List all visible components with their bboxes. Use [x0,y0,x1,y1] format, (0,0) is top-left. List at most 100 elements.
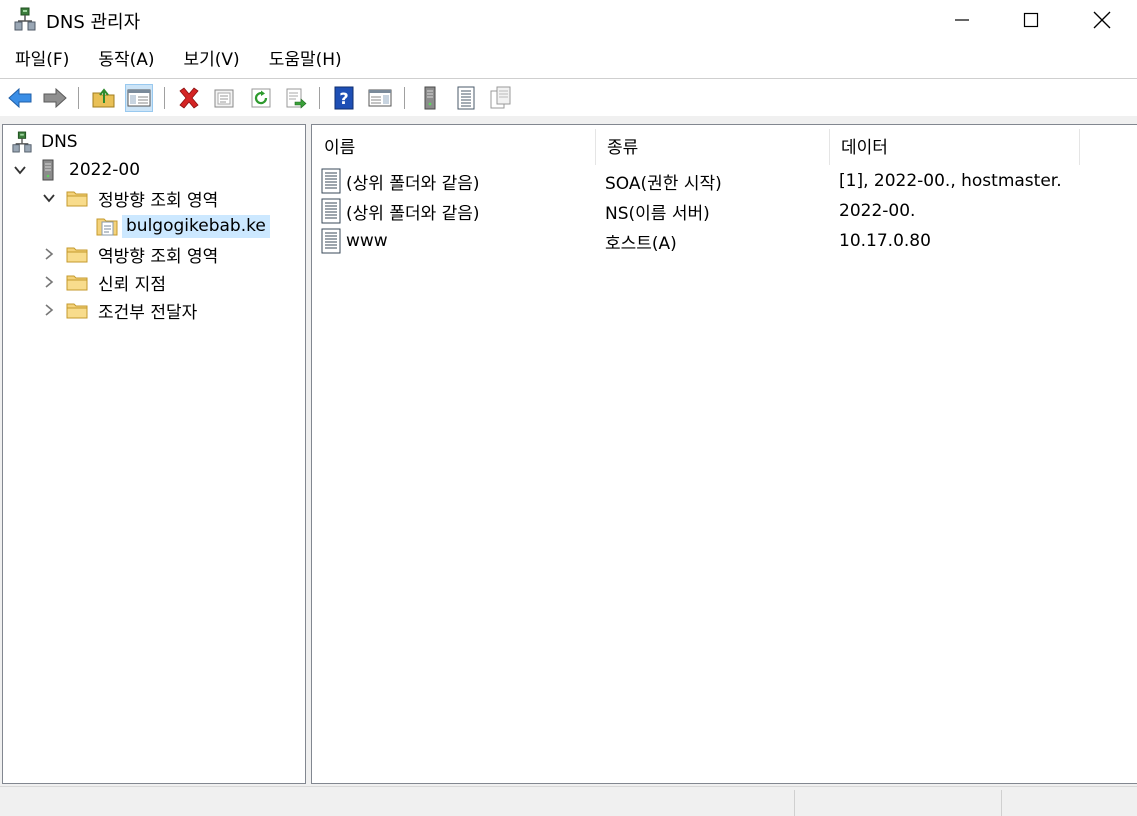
menu-file[interactable]: 파일(F) [2,45,82,75]
column-header-label: 이름 [324,137,356,158]
record-type: NS(이름 서버) [605,203,710,224]
chevron-right-icon[interactable] [40,245,58,263]
tree-item-server[interactable]: 2022-00 [11,156,140,184]
maximize-icon [1023,12,1039,28]
menu-action[interactable]: 동작(A) [85,45,167,75]
minimize-button[interactable] [927,0,997,40]
records-list-button[interactable] [452,84,480,112]
properties-icon [214,89,234,108]
dns-server-icon [11,131,33,153]
delete-icon [179,87,199,109]
forward-arrow-icon [43,87,67,109]
column-header-label: 종류 [607,137,639,158]
export-list-icon [286,88,307,109]
table-row[interactable]: (상위 폴더와 같음) NS(이름 서버) 2022-00. [312,196,1137,226]
window-title: DNS 관리자 [46,12,141,33]
column-header-name[interactable]: 이름 [312,125,595,165]
refresh-button[interactable] [247,84,275,112]
toolbar: ? [0,81,1137,115]
minimize-icon [955,19,969,21]
export-list-button[interactable] [282,84,310,112]
dns-record-icon [320,168,344,194]
help-button[interactable]: ? [330,84,358,112]
column-divider[interactable] [1079,129,1080,165]
folder-icon [66,271,88,293]
tree-item-conditional-forwarders[interactable]: 조건부 전달자 [40,296,197,324]
folder-icon [66,299,88,321]
tree-item-label: 조건부 전달자 [98,302,198,323]
close-button[interactable] [1067,0,1137,40]
back-arrow-icon [8,87,32,109]
records-list-icon [457,86,475,110]
server-icon [37,159,59,181]
folder-icon [66,187,88,209]
toolbar-separator [404,87,405,109]
tree-item-label: 신뢰 지점 [98,274,166,295]
server-icon [424,86,436,110]
refresh-icon [251,88,271,108]
status-bar-section [794,790,1001,816]
table-row[interactable]: (상위 폴더와 같음) SOA(권한 시작) [1], 2022-00., ho… [312,166,1137,196]
svg-text:?: ? [339,89,348,108]
record-type: SOA(권한 시작) [605,173,722,194]
menu-bar: 파일(F) 동작(A) 보기(V) 도움말(H) [0,44,355,76]
record-type: 호스트(A) [605,233,677,254]
help-icon: ? [334,86,354,110]
title-bar[interactable]: DNS 관리자 [0,0,1137,40]
status-bar-section [1001,790,1137,816]
copy-records-icon [490,86,511,109]
back-button[interactable] [6,84,34,112]
dns-record-icon [320,198,344,224]
tree-item-label: 2022-00 [69,160,141,180]
tree-item-label: 정방향 조회 영역 [98,190,219,211]
menu-help[interactable]: 도움말(H) [256,45,355,75]
toolbar-separator [78,87,79,109]
record-data: 10.17.0.80 [839,231,931,251]
column-header-type[interactable]: 종류 [595,125,829,165]
action-pane-icon [368,89,392,107]
properties-button[interactable] [210,84,238,112]
tree-item-zone-bulgogikebab[interactable]: bulgogikebab.ke [96,212,270,240]
folder-icon [66,243,88,265]
console-tree: DNS 2022-00 정방향 조회 영역 bulgogikebab.ke 역방… [2,124,306,784]
dns-record-icon [320,228,344,254]
zone-file-icon [96,215,118,237]
tree-item-label: 역방향 조회 영역 [98,246,219,267]
record-name: (상위 폴더와 같음) [346,203,480,224]
dns-server-icon [14,7,36,31]
column-header-label: 데이터 [841,137,888,158]
up-folder-button[interactable] [90,84,118,112]
column-header-data[interactable]: 데이터 [829,125,1079,165]
menu-separator [0,78,1137,79]
toolbar-separator [319,87,320,109]
record-name: www [346,231,388,251]
delete-button[interactable] [175,84,203,112]
forward-button[interactable] [41,84,69,112]
copy-records-button[interactable] [487,84,515,112]
tree-item-forward-zones[interactable]: 정방향 조회 영역 [40,184,218,212]
show-hide-console-tree-button[interactable] [125,84,153,112]
records-list-view: 이름 종류 데이터 (상위 폴더와 같음) SOA(권한 시작) [1], 20… [311,124,1137,784]
show-hide-console-tree-icon [127,89,151,107]
dns-manager-window: DNS 관리자 파일(F) 동작(A) 보기(V) 도움말(H) ? DNS 2… [0,0,1137,816]
chevron-right-icon[interactable] [40,273,58,291]
chevron-down-icon[interactable] [11,161,29,179]
status-bar [0,786,1137,816]
up-folder-icon [92,88,115,108]
record-data: 2022-00. [839,201,916,221]
chevron-right-icon[interactable] [40,301,58,319]
tree-item-label: DNS [41,132,78,152]
tree-item-trust-points[interactable]: 신뢰 지점 [40,268,166,296]
tree-item-reverse-zones[interactable]: 역방향 조회 영역 [40,240,218,268]
server-button[interactable] [416,84,444,112]
menu-view[interactable]: 보기(V) [171,45,253,75]
maximize-button[interactable] [996,0,1066,40]
chevron-down-icon[interactable] [40,189,58,207]
table-row[interactable]: www 호스트(A) 10.17.0.80 [312,226,1137,256]
close-icon [1093,11,1111,29]
record-data: [1], 2022-00., hostmaster. [839,171,1062,191]
action-pane-button[interactable] [366,84,394,112]
tree-item-dns-root[interactable]: DNS [11,128,78,156]
toolbar-separator [164,87,165,109]
record-name: (상위 폴더와 같음) [346,173,480,194]
